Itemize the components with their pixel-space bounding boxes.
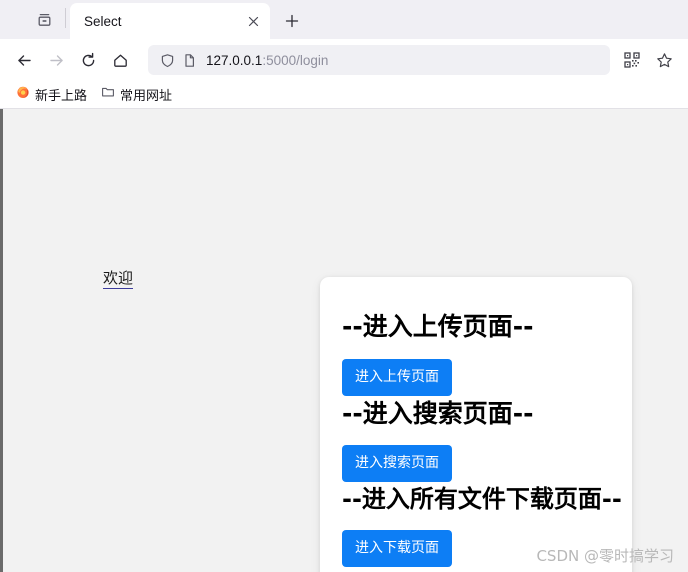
section-title-upload: --进入上传页面-- bbox=[342, 312, 534, 341]
bookmarks-bar: 新手上路 常用网址 bbox=[0, 81, 688, 109]
navigation-card: --进入上传页面-- 进入上传页面 --进入搜索页面-- 进入搜索页面 --进入… bbox=[320, 277, 632, 572]
close-icon[interactable] bbox=[242, 10, 264, 32]
card-section-upload: --进入上传页面-- 进入上传页面 bbox=[342, 313, 610, 396]
toolbar-right-actions bbox=[616, 44, 680, 76]
browser-tab[interactable]: Select bbox=[70, 3, 270, 39]
section-title-search: --进入搜索页面-- bbox=[342, 398, 534, 428]
qr-code-icon[interactable] bbox=[616, 44, 648, 76]
url-address-bar[interactable]: 127.0.0.1:5000/login bbox=[148, 45, 610, 75]
section-title-download: --进入所有文件下载页面-- bbox=[342, 485, 622, 513]
new-tab-button[interactable] bbox=[278, 7, 306, 35]
tab-strip: Select bbox=[0, 0, 688, 39]
bookmark-item-folder[interactable]: 常用网址 bbox=[95, 83, 178, 106]
navigation-toolbar: 127.0.0.1:5000/login bbox=[0, 39, 688, 81]
tab-divider bbox=[65, 8, 66, 28]
tab-title: Select bbox=[84, 13, 122, 29]
url-text: 127.0.0.1:5000/login bbox=[206, 53, 328, 68]
back-arrow-icon[interactable] bbox=[8, 44, 40, 76]
bookmark-item-firefox[interactable]: 新手上路 bbox=[10, 83, 93, 106]
firefox-icon bbox=[16, 85, 30, 104]
home-icon[interactable] bbox=[104, 44, 136, 76]
forward-arrow-icon[interactable] bbox=[40, 44, 72, 76]
browser-window: Select 127.0.0.1:5000/login 新手上路 常用网址 欢迎… bbox=[0, 0, 688, 572]
url-host: 127.0.0.1 bbox=[206, 52, 263, 68]
welcome-text: 欢迎 bbox=[103, 268, 134, 290]
container-tabs-icon[interactable] bbox=[27, 2, 61, 36]
bookmark-label: 新手上路 bbox=[35, 88, 88, 103]
watermark-text: CSDN @零时搞学习 bbox=[536, 547, 674, 565]
enter-upload-page-button[interactable]: 进入上传页面 bbox=[342, 358, 452, 396]
reload-icon[interactable] bbox=[72, 44, 104, 76]
page-viewport: 欢迎 --进入上传页面-- 进入上传页面 --进入搜索页面-- 进入搜索页面 -… bbox=[0, 109, 688, 572]
enter-download-page-button[interactable]: 进入下载页面 bbox=[342, 530, 452, 568]
card-section-search: --进入搜索页面-- 进入搜索页面 bbox=[342, 398, 610, 482]
bookmark-label: 常用网址 bbox=[120, 88, 173, 103]
star-bookmark-icon[interactable] bbox=[648, 44, 680, 76]
shield-icon[interactable] bbox=[156, 49, 178, 71]
page-document-icon[interactable] bbox=[178, 49, 200, 71]
url-path: :5000/login bbox=[262, 52, 329, 68]
enter-search-page-button[interactable]: 进入搜索页面 bbox=[342, 445, 452, 482]
folder-icon bbox=[101, 85, 115, 104]
